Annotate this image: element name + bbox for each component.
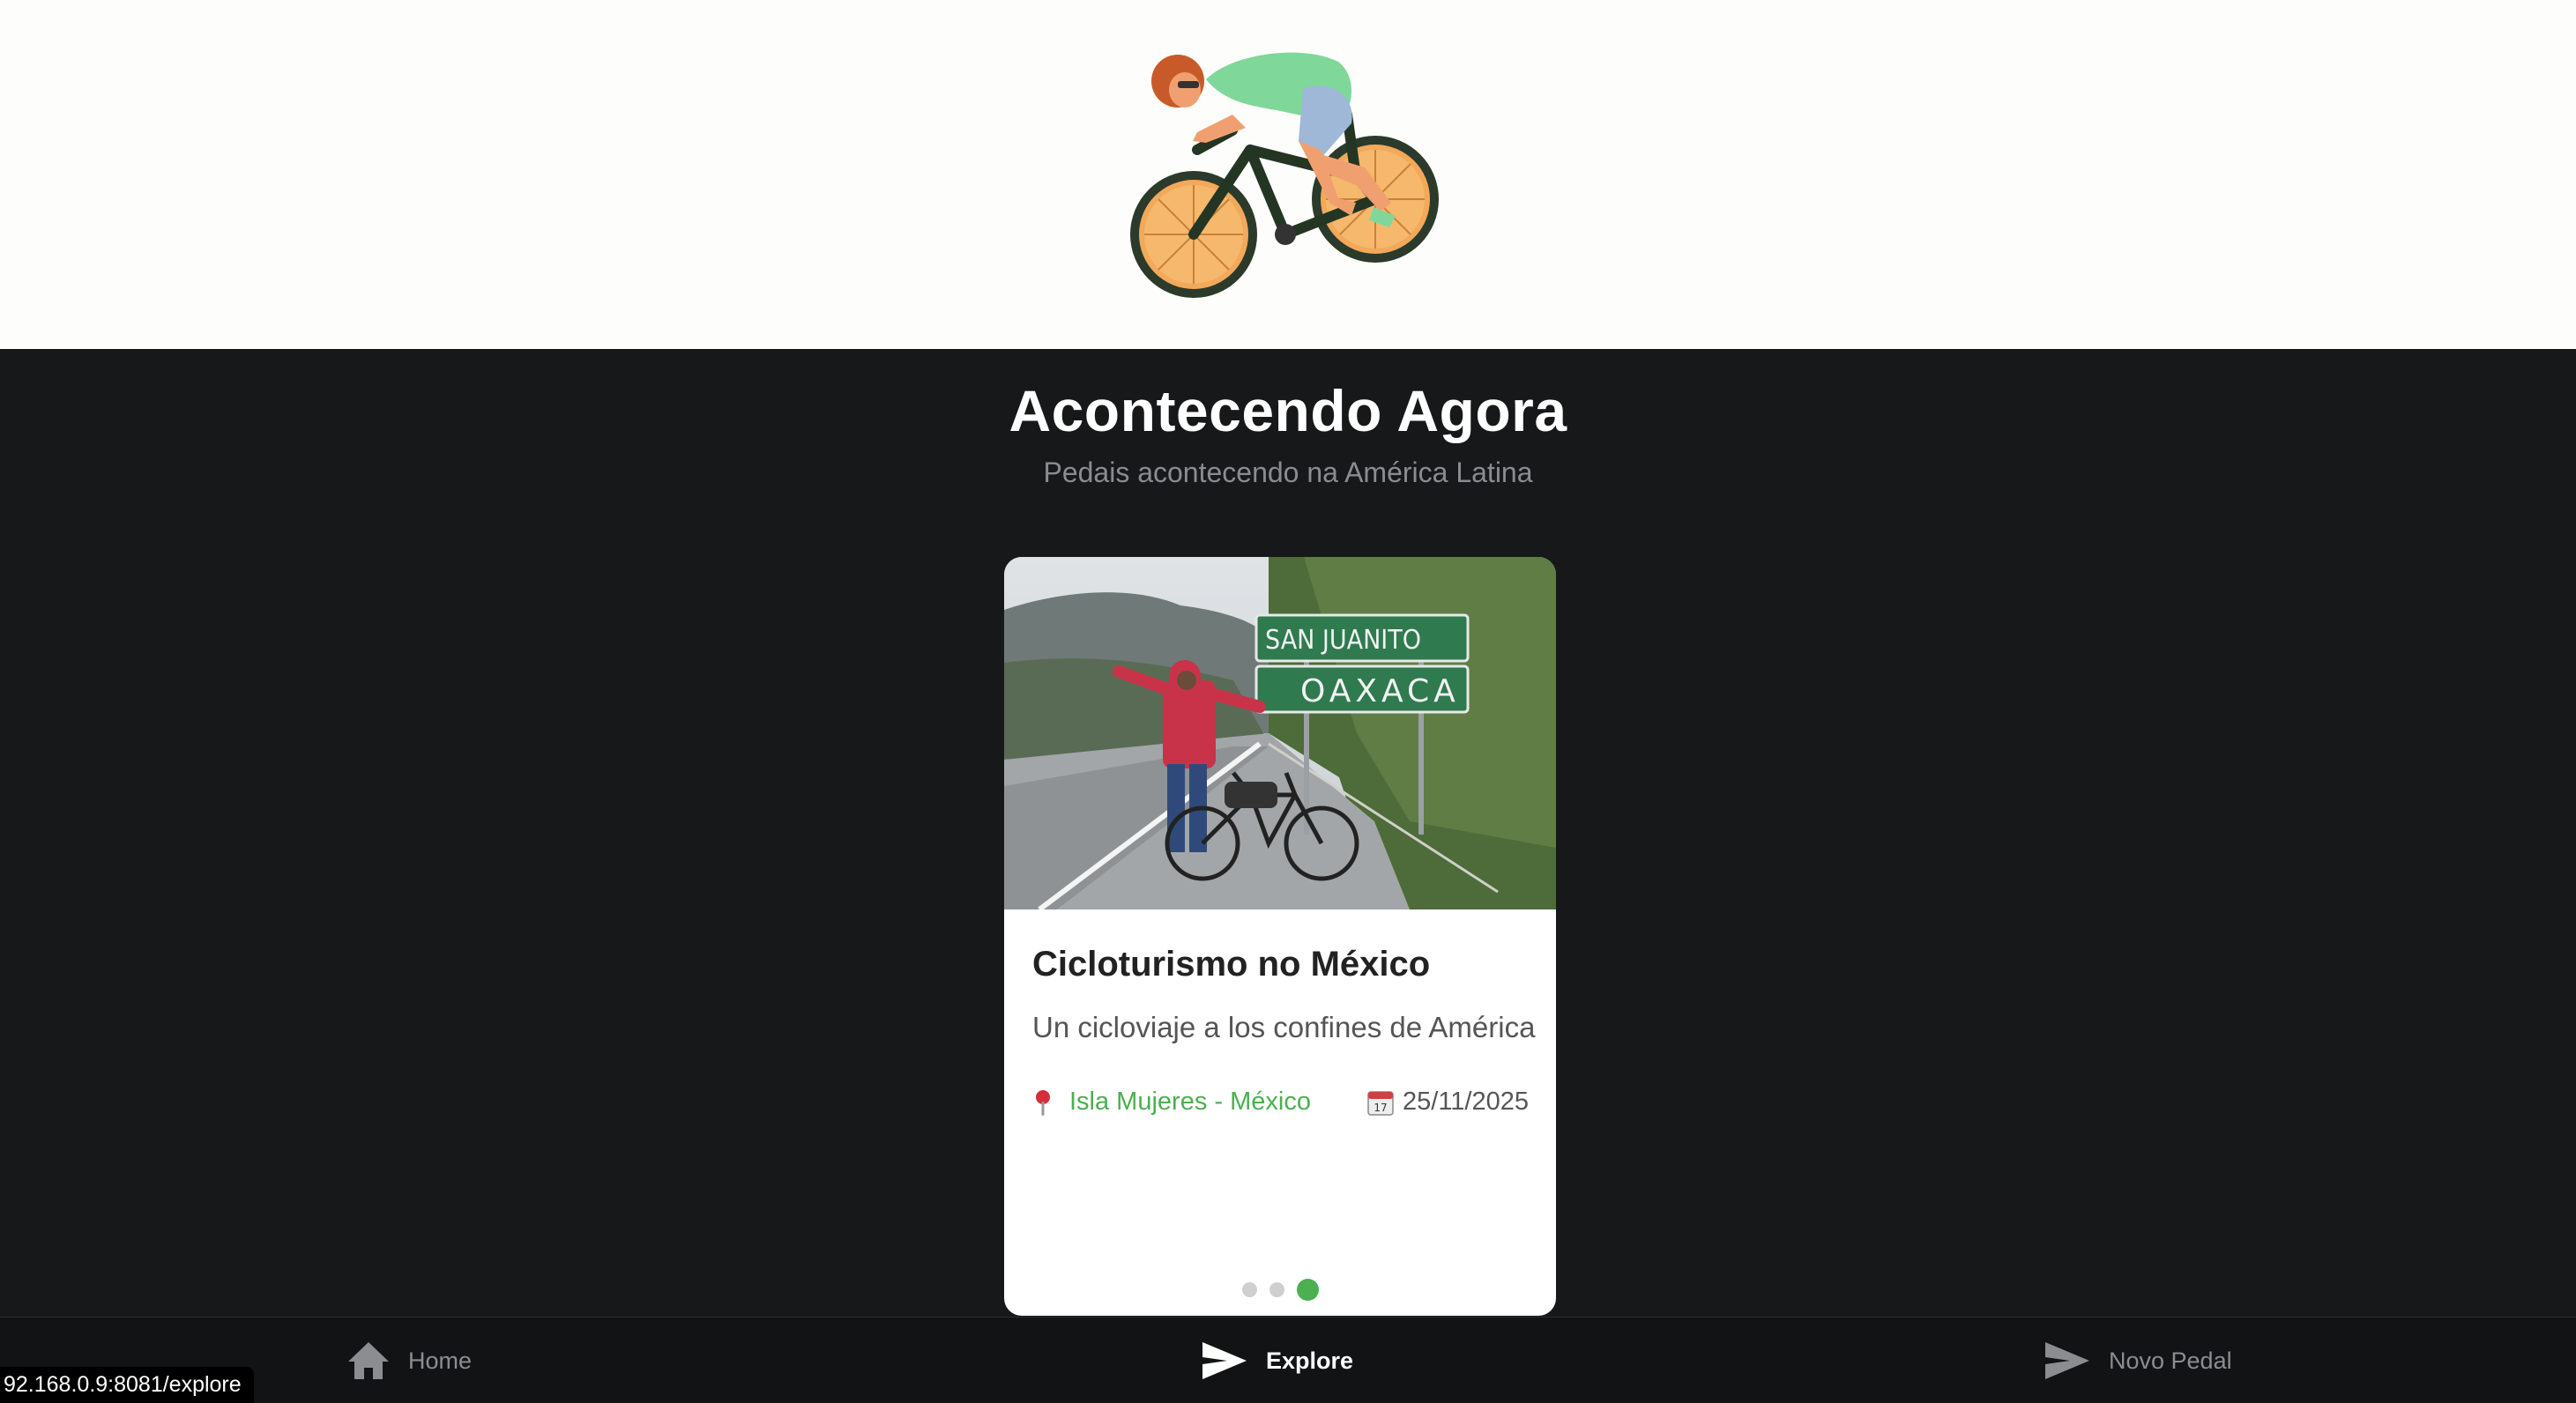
map-pin-icon (1036, 1090, 1050, 1116)
tab-novo-pedal[interactable]: Novo Pedal (2044, 1318, 2232, 1403)
home-icon (348, 1342, 389, 1379)
calendar-icon: 17 (1367, 1091, 1394, 1116)
tab-home-label: Home (408, 1347, 473, 1374)
carousel-dot[interactable] (1241, 1281, 1257, 1297)
page-subtitle: Pedais acontecendo na América Latina (1043, 457, 1533, 488)
bottom-tab-bar: Home Explore Novo Pedal (0, 1317, 2576, 1403)
event-date: 25/11/2025 (1403, 1088, 1529, 1116)
tab-explore-label: Explore (1266, 1347, 1354, 1374)
sign-oaxaca: OAXACA (1300, 673, 1460, 709)
tab-home[interactable]: Home (346, 1318, 472, 1403)
send-icon (1202, 1342, 1247, 1379)
event-location[interactable]: Isla Mujeres - México (1069, 1088, 1311, 1117)
tab-explore[interactable]: Explore (1201, 1318, 1353, 1403)
carousel-dot[interactable] (1269, 1281, 1284, 1297)
svg-text:17: 17 (1374, 1102, 1387, 1114)
sign-san-juanito: SAN JUANITO (1265, 625, 1421, 656)
event-meta: Isla Mujeres - México 17 25/11/2025 (1032, 1086, 1529, 1125)
event-description: Un cicloviaje a los confines de América (1032, 1011, 1536, 1043)
event-title: Cicloturismo no México (1032, 945, 1431, 984)
app-header (0, 0, 2576, 349)
status-url-tooltip: 92.168.0.9:8081/explore (0, 1367, 254, 1403)
event-card[interactable]: SAN JUANITO OAXACA Cicloturismo no Méxic… (1004, 557, 1556, 1316)
page-title: Acontecendo Agora (1009, 378, 1567, 443)
carousel-dot-active[interactable] (1296, 1278, 1319, 1301)
event-photo: SAN JUANITO OAXACA (1004, 557, 1556, 909)
tab-novo-pedal-label: Novo Pedal (2109, 1347, 2232, 1374)
cyclist-logo-icon (1130, 52, 1439, 298)
send-icon (2045, 1342, 2089, 1379)
carousel-pagination (1004, 1276, 1556, 1303)
